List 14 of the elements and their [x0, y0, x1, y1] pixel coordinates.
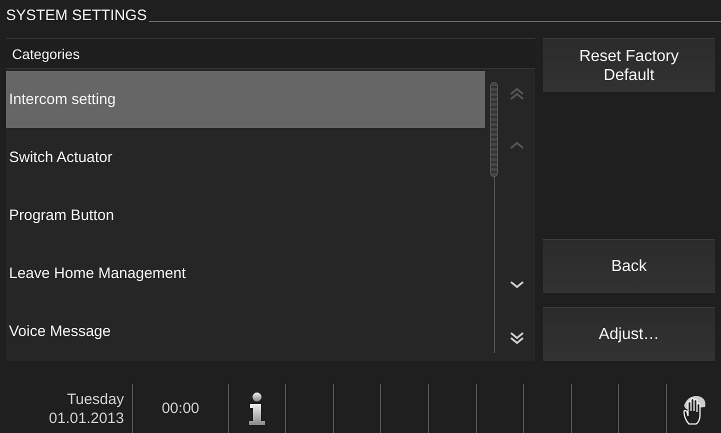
- category-item[interactable]: Intercom setting: [6, 71, 485, 128]
- time-text: 00:00: [162, 400, 200, 417]
- action-button[interactable]: Back: [543, 239, 715, 293]
- reset-button[interactable]: Reset Factory Default: [543, 38, 715, 92]
- date-text: Tuesday 01.01.2013: [48, 390, 125, 428]
- window-title: SYSTEM SETTINGS: [6, 7, 147, 24]
- category-item[interactable]: Switch Actuator: [6, 129, 485, 186]
- category-item[interactable]: Leave Home Management: [6, 245, 485, 302]
- info-icon[interactable]: [247, 392, 267, 426]
- panel-header: Categories: [6, 39, 535, 69]
- category-item[interactable]: Program Button: [6, 187, 485, 244]
- scrollbar[interactable]: [490, 82, 498, 353]
- category-item[interactable]: Voice Message: [6, 303, 485, 360]
- action-button[interactable]: Adjust…: [543, 307, 715, 361]
